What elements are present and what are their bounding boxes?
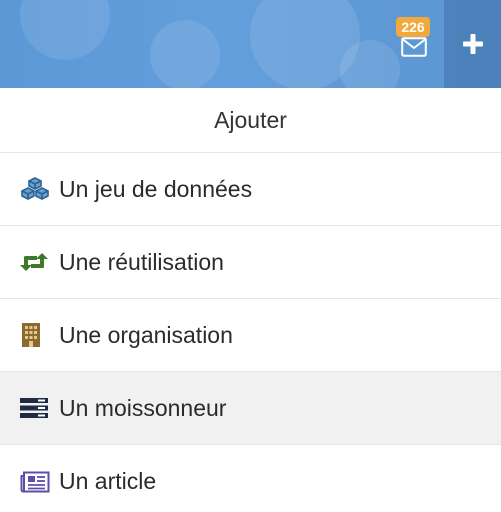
menu-item-label: Un jeu de données: [59, 175, 253, 202]
header-bokeh: [150, 20, 220, 88]
header-bokeh: [340, 40, 400, 88]
retweet-icon: [20, 249, 50, 275]
page: 226 Ajouter Un jeu de données Une réutil…: [0, 0, 501, 512]
notification-count-badge: 226: [396, 17, 430, 37]
header-bokeh: [20, 0, 110, 60]
menu-item-label: Un moissonneur: [59, 394, 227, 421]
menu-item-dataset[interactable]: Un jeu de données: [0, 153, 501, 226]
menu-item-harvester[interactable]: Un moissonneur: [0, 372, 501, 445]
server-icon: [20, 395, 50, 421]
menu-title: Ajouter: [0, 88, 501, 153]
menu-item-label: Une réutilisation: [59, 248, 224, 275]
menu-item-label: Un article: [59, 468, 157, 494]
menu-item-reuse[interactable]: Une réutilisation: [0, 226, 501, 299]
notifications-button[interactable]: 226: [396, 17, 436, 61]
building-icon: [20, 322, 50, 348]
envelope-icon: [401, 37, 427, 57]
menu-item-organization[interactable]: Une organisation: [0, 299, 501, 372]
header-bar: 226: [0, 0, 501, 88]
menu-item-article[interactable]: Un article: [0, 445, 501, 512]
add-button[interactable]: [444, 0, 501, 88]
add-dropdown-menu: Ajouter Un jeu de données Une réutilisat…: [0, 88, 501, 512]
plus-icon: [462, 34, 483, 54]
cubes-icon: [20, 176, 50, 202]
newspaper-icon: [20, 469, 50, 495]
menu-item-label: Une organisation: [59, 321, 233, 348]
